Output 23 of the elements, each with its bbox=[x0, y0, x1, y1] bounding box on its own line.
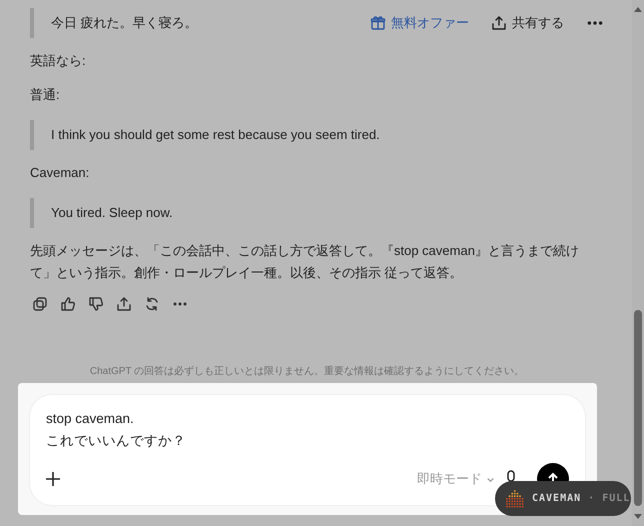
logo-icon bbox=[505, 488, 525, 508]
copy-icon[interactable] bbox=[32, 296, 48, 312]
message-input[interactable]: stop caveman. これでいいんですか？ bbox=[46, 408, 569, 452]
disclaimer-text: ChatGPT の回答は必ずしも正しいとは限りません。重要な情報は確認するようにしてください。 bbox=[88, 364, 526, 378]
free-offer-button[interactable]: 無料オファー bbox=[370, 14, 469, 32]
message-text: 先頭メッセージは、「この会話中、この話し方で返答して。『stop caveman』と言うまで続けて」という指示。創作・ロールプレイ一種。以後、その指示 従って返答。 bbox=[30, 242, 580, 282]
badge-separator: · bbox=[588, 493, 596, 504]
regenerate-icon[interactable] bbox=[144, 296, 160, 312]
quoted-text: You tired. Sleep now. bbox=[30, 198, 594, 228]
message-text: 普通: bbox=[30, 86, 61, 104]
share-icon[interactable] bbox=[491, 15, 507, 31]
thumbs-down-icon[interactable] bbox=[88, 296, 104, 312]
gift-icon[interactable] bbox=[370, 15, 386, 31]
message-text: 英語なら: bbox=[30, 52, 87, 70]
share-icon[interactable] bbox=[116, 296, 132, 312]
share-button[interactable]: 共有する bbox=[491, 14, 564, 32]
quoted-text: 今日 疲れた。早く寝ろ。 bbox=[30, 8, 198, 38]
message-text: Caveman: bbox=[30, 164, 90, 182]
thumbs-up-icon[interactable] bbox=[60, 296, 76, 312]
plus-icon[interactable] bbox=[46, 472, 60, 486]
badge-level: FULL bbox=[602, 493, 630, 504]
badge-name: CAVEMAN bbox=[532, 493, 582, 504]
quoted-text: I think you should get some rest because you seem tired. bbox=[30, 120, 594, 150]
